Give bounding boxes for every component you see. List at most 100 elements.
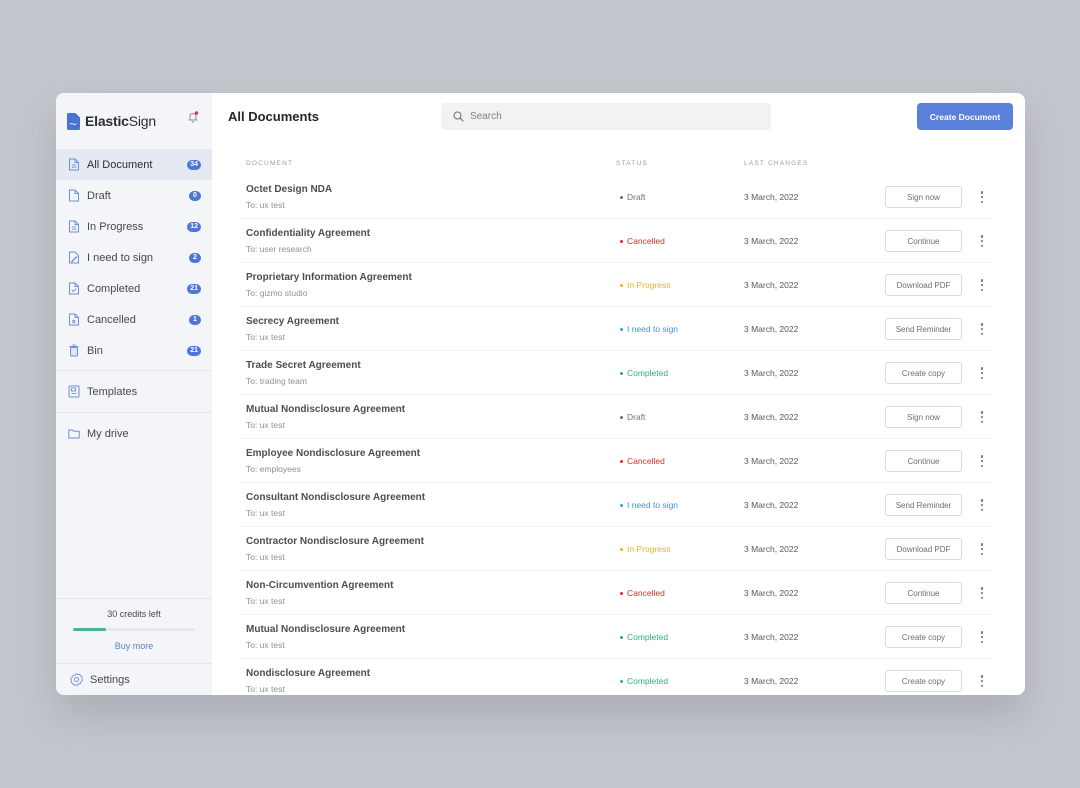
status-dot-icon (620, 283, 623, 287)
status-dot-icon (620, 195, 623, 199)
row-action-button[interactable]: Sign now (885, 406, 962, 428)
sidebar-item-label: Bin (87, 344, 103, 357)
folder-icon (68, 429, 80, 439)
document-name[interactable]: Proprietary Information Agreement (246, 272, 412, 283)
sidebar-item-all-document[interactable]: All Document 34 (56, 149, 212, 180)
table-row[interactable]: Proprietary Information Agreement To: giz… (240, 263, 992, 307)
status-label: I need to sign (627, 324, 679, 334)
create-document-button[interactable]: Create Document (917, 103, 1013, 130)
document-recipient: To: gizmo studio (246, 288, 308, 298)
table-row[interactable]: Consultant Nondisclosure Agreement To: ux… (240, 483, 992, 527)
document-name[interactable]: Nondisclosure Agreement (246, 668, 370, 679)
table-row[interactable]: Employee Nondisclosure Agreement To: empl… (240, 439, 992, 483)
document-name[interactable]: Non-Circumvention Agreement (246, 580, 393, 591)
sidebar-item-bin[interactable]: Bin 21 (56, 335, 212, 366)
row-action-button[interactable]: Continue (885, 450, 962, 472)
search-input[interactable] (470, 111, 750, 122)
row-action-button[interactable]: Send Reminder (885, 494, 962, 516)
last-changed-date: 3 March, 2022 (744, 236, 799, 246)
more-options-icon[interactable] (978, 541, 986, 557)
more-options-icon[interactable] (978, 189, 986, 205)
sidebar-item-label: All Document (87, 158, 153, 171)
sidebar-item-in-progress[interactable]: In Progress 12 (56, 211, 212, 242)
count-badge: 21 (187, 345, 201, 356)
more-options-icon[interactable] (978, 409, 986, 425)
templates-icon (68, 385, 80, 398)
more-options-icon[interactable] (978, 233, 986, 249)
table-row[interactable]: Non-Circumvention Agreement To: ux test Ca… (240, 571, 992, 615)
status-badge: Draft (620, 192, 645, 202)
more-options-icon[interactable] (978, 453, 986, 469)
table-row[interactable]: Secrecy Agreement To: ux test I need to si… (240, 307, 992, 351)
more-options-icon[interactable] (978, 629, 986, 645)
sidebar-item-templates[interactable]: Templates (56, 375, 212, 408)
more-options-icon[interactable] (978, 277, 986, 293)
status-badge: Cancelled (620, 588, 665, 598)
row-action-button[interactable]: Download PDF (885, 538, 962, 560)
buy-more-link[interactable]: Buy more (115, 641, 154, 651)
document-name[interactable]: Trade Secret Agreement (246, 360, 361, 371)
document-name[interactable]: Employee Nondisclosure Agreement (246, 448, 420, 459)
table-row[interactable]: Mutual Nondisclosure Agreement To: ux tes… (240, 395, 992, 439)
sidebar-item-my-drive[interactable]: My drive (56, 417, 212, 450)
more-options-icon[interactable] (978, 585, 986, 601)
status-badge: Completed (620, 676, 668, 686)
document-recipient: To: ux test (246, 200, 285, 210)
documents-table: Octet Design NDA To: ux test Draft 3 March,… (240, 175, 992, 695)
search-bar[interactable] (441, 103, 771, 130)
row-action-button[interactable]: Download PDF (885, 274, 962, 296)
row-action-button[interactable]: Send Reminder (885, 318, 962, 340)
status-badge: Completed (620, 632, 668, 642)
table-row[interactable]: Confidentiality Agreement To: user resear… (240, 219, 992, 263)
table-row[interactable]: Trade Secret Agreement To: trading team Co… (240, 351, 992, 395)
status-dot-icon (620, 679, 623, 683)
table-row[interactable]: Octet Design NDA To: ux test Draft 3 March,… (240, 175, 992, 219)
count-badge: 1 (189, 314, 201, 325)
document-name[interactable]: Confidentiality Agreement (246, 228, 370, 239)
table-row[interactable]: Mutual Nondisclosure Agreement To: ux tes… (240, 615, 992, 659)
row-action-button[interactable]: Create copy (885, 626, 962, 648)
document-name[interactable]: Consultant Nondisclosure Agreement (246, 492, 425, 503)
status-dot-icon (620, 459, 623, 463)
brand-name-bold: Elastic (85, 113, 129, 129)
nav-divider (56, 412, 212, 413)
brand: ElasticSign (56, 93, 212, 149)
more-options-icon[interactable] (978, 497, 986, 513)
sidebar-item-draft[interactable]: Draft 0 (56, 180, 212, 211)
credits-panel: 30 credits left Buy more (56, 598, 212, 654)
status-dot-icon (620, 635, 623, 639)
sign-document-icon (69, 251, 79, 264)
document-recipient: To: ux test (246, 640, 285, 650)
completed-document-icon (69, 282, 79, 295)
table-row[interactable]: Contractor Nondisclosure Agreement To: ux… (240, 527, 992, 571)
gear-icon (70, 673, 83, 686)
status-dot-icon (620, 327, 623, 331)
count-badge: 2 (189, 252, 201, 263)
settings-button[interactable]: Settings (56, 663, 212, 695)
document-icon (69, 220, 79, 233)
document-name[interactable]: Contractor Nondisclosure Agreement (246, 536, 424, 547)
column-header-document: DOCUMENT (246, 160, 294, 167)
status-badge: Cancelled (620, 236, 665, 246)
sidebar-item-i-need-to-sign[interactable]: I need to sign 2 (56, 242, 212, 273)
more-options-icon[interactable] (978, 673, 986, 689)
last-changed-date: 3 March, 2022 (744, 368, 799, 378)
row-action-button[interactable]: Sign now (885, 186, 962, 208)
row-action-button[interactable]: Create copy (885, 362, 962, 384)
status-label: Completed (627, 368, 669, 378)
document-name[interactable]: Octet Design NDA (246, 184, 332, 195)
credits-progress-bar (73, 628, 195, 631)
sidebar-item-completed[interactable]: Completed 21 (56, 273, 212, 304)
document-name[interactable]: Mutual Nondisclosure Agreement (246, 624, 405, 635)
document-name[interactable]: Mutual Nondisclosure Agreement (246, 404, 405, 415)
sidebar-item-cancelled[interactable]: Cancelled 1 (56, 304, 212, 335)
table-row[interactable]: Nondisclosure Agreement To: ux test Comple… (240, 659, 992, 695)
row-action-button[interactable]: Continue (885, 582, 962, 604)
row-action-button[interactable]: Continue (885, 230, 962, 252)
row-action-button[interactable]: Create copy (885, 670, 962, 692)
notification-bell-icon[interactable] (186, 110, 200, 124)
document-name[interactable]: Secrecy Agreement (246, 316, 339, 327)
more-options-icon[interactable] (978, 365, 986, 381)
cancelled-document-icon (69, 313, 79, 326)
more-options-icon[interactable] (978, 321, 986, 337)
